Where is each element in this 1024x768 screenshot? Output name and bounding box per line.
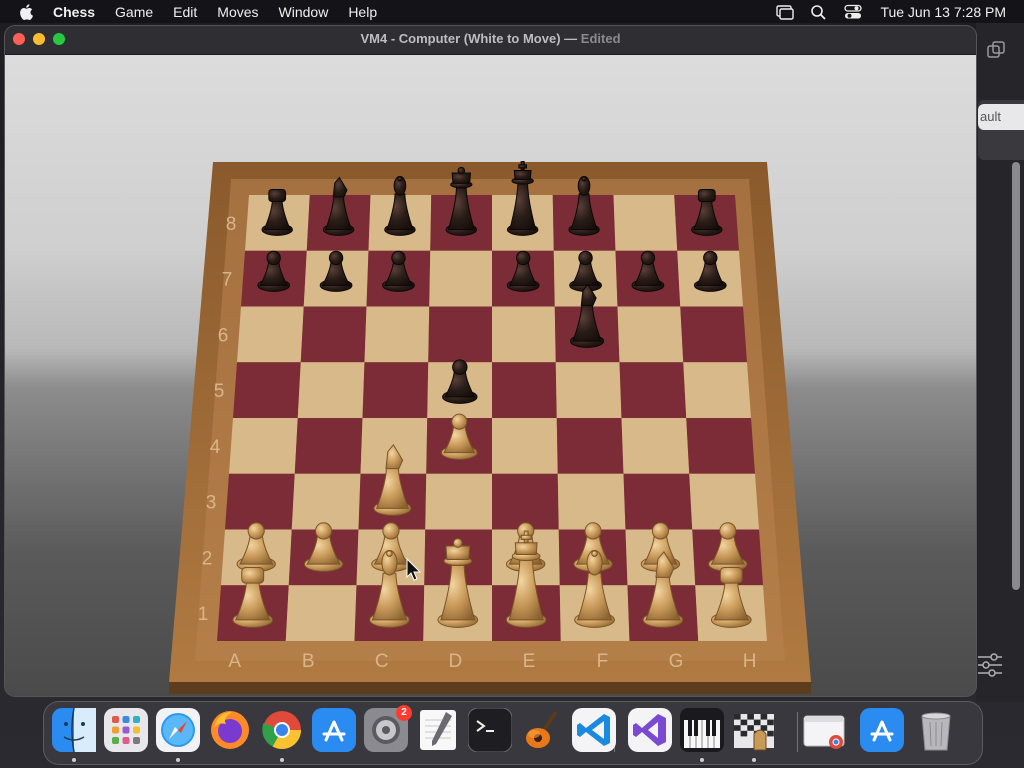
rank-label-1: 1 <box>198 604 209 625</box>
running-indicator <box>700 758 704 762</box>
square-g5[interactable] <box>619 362 687 418</box>
safari-icon[interactable] <box>156 708 200 752</box>
terminal-icon[interactable] <box>467 707 513 753</box>
square-c6[interactable] <box>364 306 430 363</box>
square-h6[interactable] <box>680 306 747 363</box>
app-store-downloads-icon[interactable] <box>860 708 904 752</box>
file-label-e: E <box>523 651 536 672</box>
firefox-icon[interactable] <box>208 708 252 752</box>
window-edited-status: Edited <box>580 31 621 46</box>
rank-label-4: 4 <box>210 437 221 458</box>
sliders-icon[interactable] <box>978 652 1002 678</box>
copy-icon[interactable] <box>986 40 1006 60</box>
chess-board[interactable]: A B C D E F G H 1 2 3 4 5 6 7 8 <box>5 55 976 696</box>
square-a4[interactable] <box>229 418 298 474</box>
rank-label-2: 2 <box>202 548 213 569</box>
notification-badge: 2 <box>396 705 412 721</box>
square-d7[interactable] <box>429 250 492 307</box>
square-h5[interactable] <box>683 362 751 418</box>
spotlight-search-icon[interactable] <box>810 4 828 20</box>
menu-clock[interactable]: Tue Jun 13 7:28 PM <box>880 4 1006 20</box>
dock-separator <box>797 712 798 752</box>
rank-label-3: 3 <box>206 493 217 514</box>
chess-window: VM4 - Computer (White to Move) — Edited <box>5 26 976 696</box>
menu-window[interactable]: Window <box>279 4 329 20</box>
square-e5[interactable] <box>492 362 557 418</box>
chrome-window-icon[interactable] <box>802 708 846 752</box>
chrome-icon[interactable] <box>260 708 304 752</box>
square-a5[interactable] <box>233 362 301 418</box>
launchpad-icon[interactable] <box>104 708 148 752</box>
window-title-separator: — <box>564 31 578 46</box>
file-label-b: B <box>302 651 315 672</box>
title-bar[interactable]: VM4 - Computer (White to Move) — Edited <box>5 26 976 55</box>
file-label-h: H <box>743 651 757 672</box>
board-frame-edge <box>169 682 811 694</box>
square-g3[interactable] <box>623 473 693 530</box>
vscode-icon[interactable] <box>572 708 616 752</box>
piano-icon[interactable] <box>680 708 724 752</box>
garageband-icon[interactable] <box>520 708 564 752</box>
rank-label-7: 7 <box>222 270 233 291</box>
square-d6[interactable] <box>428 306 492 363</box>
background-button[interactable]: ault <box>978 104 1024 130</box>
finder-icon[interactable] <box>52 707 96 753</box>
running-indicator <box>752 758 756 762</box>
running-indicator <box>72 758 76 762</box>
square-g4[interactable] <box>621 418 690 474</box>
square-f4[interactable] <box>556 418 624 474</box>
file-label-g: G <box>669 651 684 672</box>
running-indicator <box>176 758 180 762</box>
square-e3[interactable] <box>492 473 559 530</box>
trash-icon[interactable] <box>914 708 958 752</box>
board-scene: A B C D E F G H 1 2 3 4 5 6 7 8 <box>5 55 976 696</box>
menu-moves[interactable]: Moves <box>217 4 258 20</box>
square-b6[interactable] <box>300 306 367 363</box>
square-f3[interactable] <box>557 473 626 530</box>
window-title-text: VM4 - Computer (White to Move) <box>360 31 561 46</box>
menu-help[interactable]: Help <box>348 4 377 20</box>
menu-game[interactable]: Game <box>115 4 153 20</box>
square-g6[interactable] <box>617 306 684 363</box>
visual-studio-icon[interactable] <box>628 708 672 752</box>
screen-mirroring-icon[interactable] <box>776 4 795 20</box>
square-b5[interactable] <box>297 362 365 418</box>
square-f5[interactable] <box>555 362 622 418</box>
window-title: VM4 - Computer (White to Move) — Edited <box>5 26 976 54</box>
menu-app-name[interactable]: Chess <box>53 4 95 20</box>
square-h3[interactable] <box>689 473 759 530</box>
textedit-icon[interactable] <box>416 708 460 752</box>
square-c5[interactable] <box>362 362 429 418</box>
file-label-c: C <box>375 651 389 672</box>
square-a3[interactable] <box>225 473 295 530</box>
rank-label-8: 8 <box>226 214 237 235</box>
menu-edit[interactable]: Edit <box>173 4 197 20</box>
square-a6[interactable] <box>237 306 304 363</box>
file-label-f: F <box>597 651 609 672</box>
square-e4[interactable] <box>492 418 558 474</box>
square-e6[interactable] <box>492 306 556 363</box>
dock-separator <box>614 712 615 752</box>
square-h4[interactable] <box>686 418 755 474</box>
file-label-a: A <box>228 651 241 672</box>
file-label-d: D <box>448 651 462 672</box>
rank-label-6: 6 <box>218 325 229 346</box>
control-center-icon[interactable] <box>844 4 863 20</box>
dock: 2 <box>43 701 983 765</box>
square-d3[interactable] <box>425 473 492 530</box>
square-b4[interactable] <box>294 418 363 474</box>
background-scrollbar[interactable] <box>1012 162 1020 590</box>
apple-logo-icon[interactable] <box>19 3 33 20</box>
square-b1[interactable] <box>285 585 357 641</box>
running-indicator <box>280 758 284 762</box>
rank-label-5: 5 <box>214 381 225 402</box>
chess-icon[interactable] <box>732 708 776 752</box>
menu-bar: Chess Game Edit Moves Window Help Tue Ju… <box>0 0 1024 23</box>
app-store-icon[interactable] <box>312 708 356 752</box>
square-b3[interactable] <box>291 473 361 530</box>
square-g8[interactable] <box>613 195 678 251</box>
